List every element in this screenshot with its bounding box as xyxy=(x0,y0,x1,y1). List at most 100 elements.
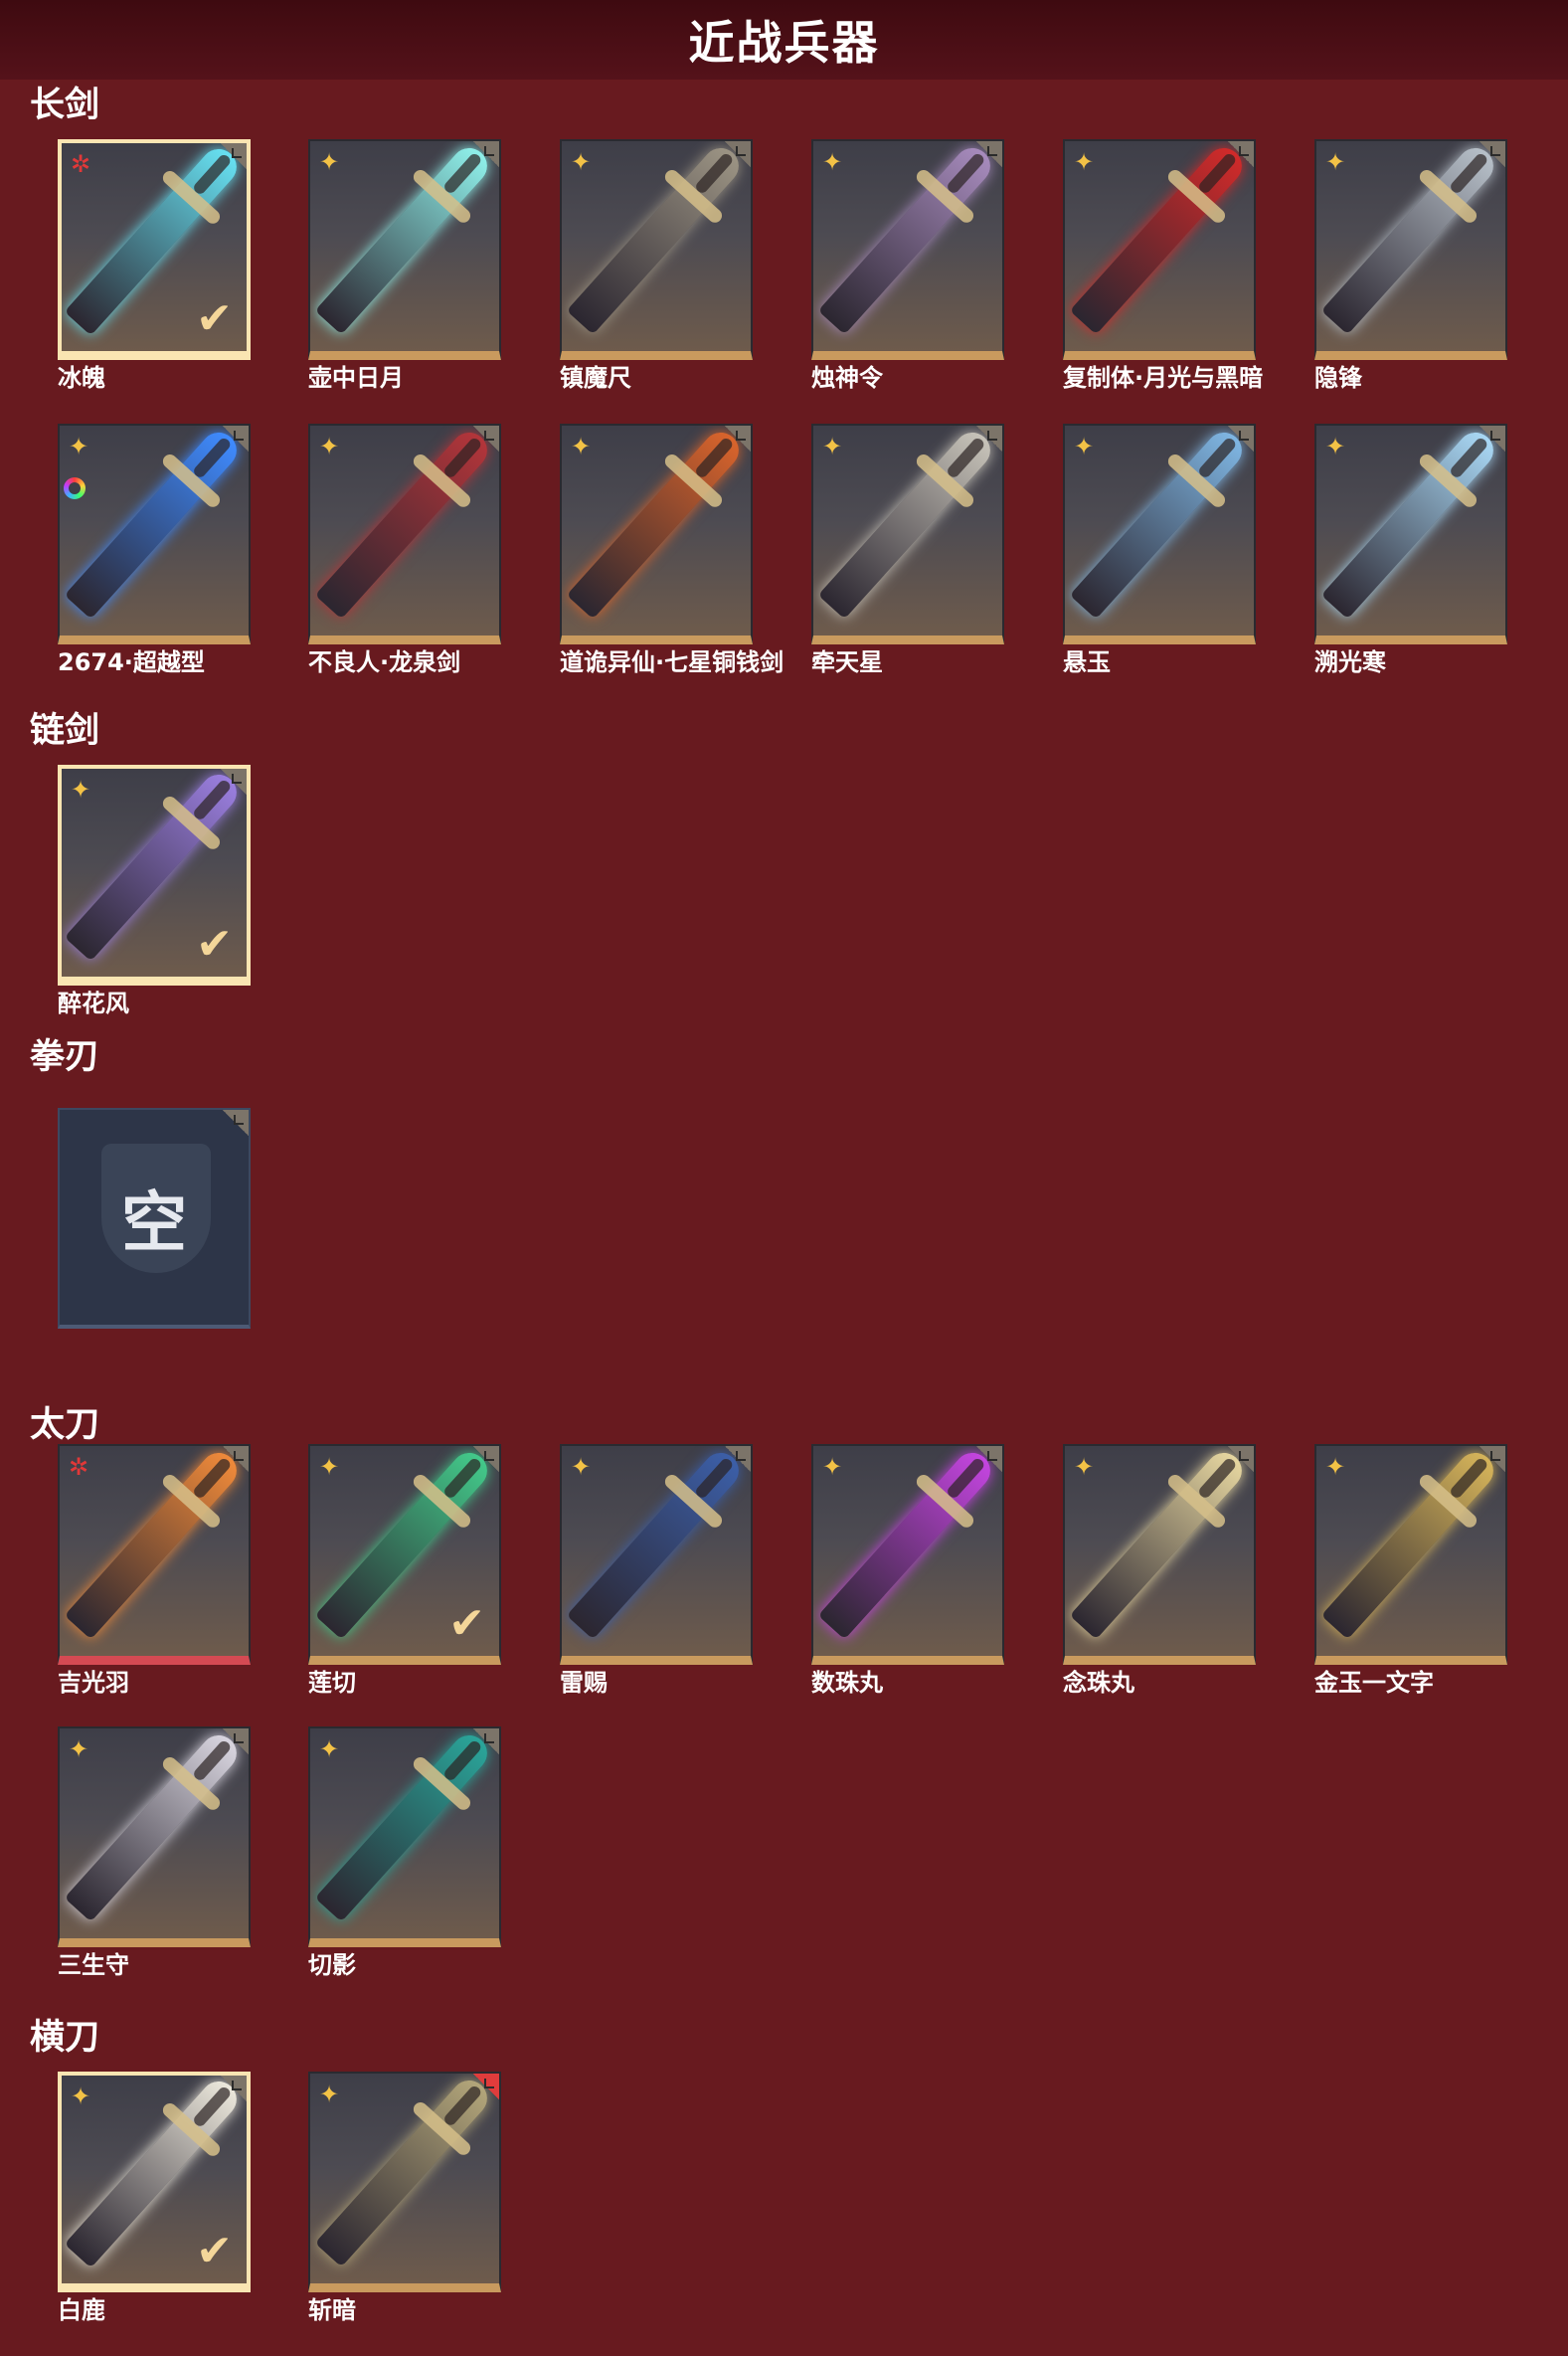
gold-star-badge-icon: ✦ xyxy=(71,2083,91,2110)
corner-fold-icon xyxy=(221,769,247,795)
corner-fold-icon xyxy=(1480,141,1505,167)
weapon-card[interactable]: ✦ xyxy=(308,139,501,360)
gold-star-badge-icon: ✦ xyxy=(1325,148,1346,176)
corner-fold-icon xyxy=(976,141,1002,167)
weapon-card[interactable]: ✦ xyxy=(1314,424,1507,644)
gold-star-badge-icon: ✦ xyxy=(69,1735,89,1763)
weapon-card[interactable]: ✦ xyxy=(1314,139,1507,360)
section-title: 链剑 xyxy=(30,711,100,751)
weapon-name: 雷赐 xyxy=(560,1669,608,1697)
weapon-name: 牵天星 xyxy=(811,648,883,676)
weapon-image xyxy=(566,141,747,335)
weapon-name: 烛神令 xyxy=(811,364,883,392)
weapon-image xyxy=(817,1446,998,1640)
corner-fold-icon xyxy=(473,426,499,452)
gold-star-badge-icon: ✦ xyxy=(319,148,340,176)
weapon-image xyxy=(64,1446,245,1640)
weapon-card[interactable]: ✦ xyxy=(811,1444,1004,1665)
gold-star-badge-icon: ✦ xyxy=(69,433,89,460)
corner-fold-icon xyxy=(223,426,249,452)
gold-star-badge-icon: ✦ xyxy=(1074,433,1095,460)
weapon-name: 悬玉 xyxy=(1063,648,1111,676)
empty-label: 空 xyxy=(121,1184,187,1261)
weapon-card[interactable]: ✦ xyxy=(560,139,753,360)
corner-fold-icon xyxy=(976,426,1002,452)
weapon-name: 莲切 xyxy=(308,1669,356,1697)
weapon-card[interactable]: ✦ xyxy=(1314,1444,1507,1665)
weapon-card[interactable]: ✦ xyxy=(560,424,753,644)
weapon-image xyxy=(817,426,998,620)
gold-star-badge-icon: ✦ xyxy=(822,148,843,176)
page-title: 近战兵器 xyxy=(688,16,880,70)
corner-fold-icon xyxy=(1228,1446,1254,1472)
weapon-image xyxy=(314,141,495,335)
section-title: 拳刃 xyxy=(30,1037,100,1077)
weapon-name: 隐锋 xyxy=(1314,364,1362,392)
weapon-image xyxy=(1320,426,1501,620)
corner-fold-icon xyxy=(1480,1446,1505,1472)
gold-star-badge-icon: ✦ xyxy=(571,148,592,176)
weapon-image xyxy=(1069,426,1250,620)
check-icon: ✔ xyxy=(196,919,233,970)
weapon-name: 吉光羽 xyxy=(58,1669,129,1697)
gold-star-badge-icon: ✦ xyxy=(822,1453,843,1481)
weapon-card[interactable]: ✦ xyxy=(1063,424,1256,644)
weapon-image xyxy=(64,426,245,620)
weapon-name: 2674·超越型 xyxy=(58,648,205,676)
weapon-card[interactable]: ✦ xyxy=(811,139,1004,360)
check-icon: ✔ xyxy=(448,1598,485,1649)
weapon-card[interactable]: ✦ xyxy=(308,2072,501,2292)
weapon-card[interactable]: ✲ ✔ xyxy=(58,139,251,360)
gold-star-badge-icon: ✦ xyxy=(319,2081,340,2108)
weapon-image xyxy=(64,1728,245,1922)
weapon-card[interactable]: ✦ xyxy=(58,1726,251,1947)
weapon-name: 道诡异仙·七星铜钱剑 xyxy=(560,648,784,676)
title-bar: 近战兵器 xyxy=(0,0,1568,80)
weapon-image xyxy=(566,1446,747,1640)
gold-star-badge-icon: ✦ xyxy=(1074,1453,1095,1481)
corner-fold-icon xyxy=(473,141,499,167)
weapon-card[interactable]: ✦ ✔ xyxy=(58,765,251,986)
weapon-name: 念珠丸 xyxy=(1063,1669,1134,1697)
weapon-name: 醉花风 xyxy=(58,990,129,1017)
weapon-image xyxy=(1069,141,1250,335)
check-icon: ✔ xyxy=(196,2226,233,2276)
weapon-name: 复制体·月光与黑暗 xyxy=(1063,364,1264,392)
corner-fold-icon xyxy=(221,2076,247,2101)
corner-fold-icon xyxy=(725,1446,751,1472)
rainbow-ring-icon xyxy=(64,477,86,499)
corner-fold-icon xyxy=(473,1728,499,1754)
gold-star-badge-icon: ✦ xyxy=(1325,433,1346,460)
empty-weapon-slot[interactable]: 空 xyxy=(58,1108,251,1329)
weapon-card[interactable]: ✦ ✔ xyxy=(58,2072,251,2292)
weapon-card[interactable]: ✦ xyxy=(58,424,251,644)
gold-star-badge-icon: ✦ xyxy=(1074,148,1095,176)
weapon-image xyxy=(1320,1446,1501,1640)
weapon-card[interactable]: ✦ xyxy=(1063,139,1256,360)
weapon-name: 三生守 xyxy=(58,1951,129,1979)
weapon-image xyxy=(1320,141,1501,335)
weapon-card[interactable]: ✦ xyxy=(308,424,501,644)
corner-fold-icon xyxy=(223,1110,249,1136)
weapon-card[interactable]: ✦ xyxy=(811,424,1004,644)
weapon-card[interactable]: ✦ ✔ xyxy=(308,1444,501,1665)
weapon-image xyxy=(314,426,495,620)
weapon-card[interactable]: ✦ xyxy=(308,1726,501,1947)
gold-star-badge-icon: ✦ xyxy=(71,776,91,804)
corner-fold-icon xyxy=(473,1446,499,1472)
weapon-card[interactable]: ✦ xyxy=(560,1444,753,1665)
red-star-badge-icon: ✲ xyxy=(69,1453,89,1481)
check-icon: ✔ xyxy=(196,293,233,344)
gold-star-badge-icon: ✦ xyxy=(319,1735,340,1763)
corner-fold-icon xyxy=(976,1446,1002,1472)
weapon-card[interactable]: ✦ xyxy=(1063,1444,1256,1665)
weapon-image xyxy=(566,426,747,620)
corner-fold-icon xyxy=(725,426,751,452)
weapon-name: 壶中日月 xyxy=(308,364,404,392)
weapon-name: 镇魔尺 xyxy=(560,364,631,392)
weapon-card[interactable]: ✲ xyxy=(58,1444,251,1665)
gold-star-badge-icon: ✦ xyxy=(571,1453,592,1481)
corner-fold-icon xyxy=(725,141,751,167)
corner-fold-icon xyxy=(223,1446,249,1472)
red-star-badge-icon: ✲ xyxy=(71,150,91,178)
